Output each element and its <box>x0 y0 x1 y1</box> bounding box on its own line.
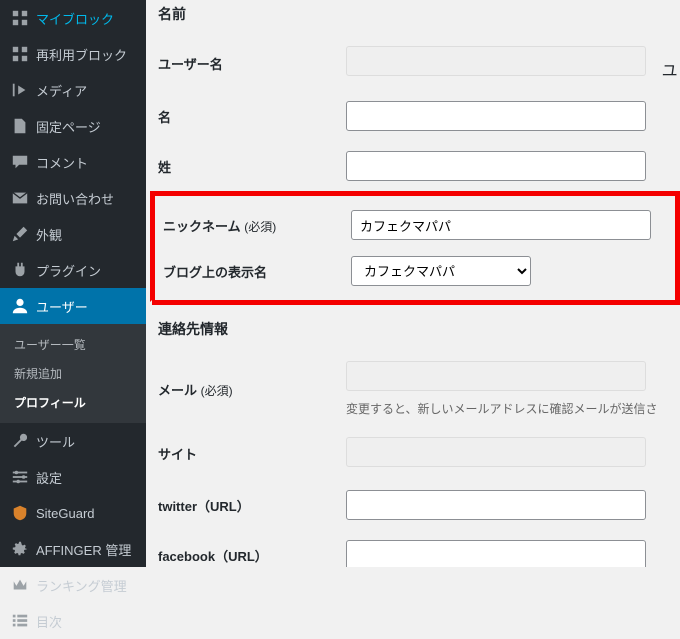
sidebar-item-appearance[interactable]: 外観 <box>0 216 146 252</box>
sidebar-item-media[interactable]: メディア <box>0 72 146 108</box>
sidebar-item-reusable-blocks[interactable]: 再利用ブロック <box>0 36 146 72</box>
sidebar-item-ranking[interactable]: ランキング管理 <box>0 567 146 603</box>
site-readonly <box>346 437 646 467</box>
mail-icon <box>10 188 30 208</box>
firstname-input[interactable] <box>346 101 646 131</box>
page-icon <box>10 116 30 136</box>
row-username: ユーザー名 ユ <box>158 36 680 91</box>
shield-icon <box>10 503 30 523</box>
username-readonly <box>346 46 646 76</box>
displayname-select[interactable]: カフェクマパパ <box>351 256 531 286</box>
sidebar-item-my-blocks[interactable]: マイブロック <box>0 0 146 36</box>
sidebar-item-label: マイブロック <box>36 9 114 28</box>
lastname-input[interactable] <box>346 151 646 181</box>
sidebar-item-tools[interactable]: ツール <box>0 423 146 459</box>
sidebar-item-label: ツール <box>36 432 75 451</box>
media-icon <box>10 80 30 100</box>
sidebar-item-siteguard[interactable]: SiteGuard <box>0 495 146 531</box>
highlight-nickname-display: ニックネーム (必須) ブログ上の表示名 カフェクマパパ <box>150 191 680 305</box>
sidebar-item-label: 設定 <box>36 468 62 487</box>
label-username: ユーザー名 <box>158 54 346 73</box>
sidebar-item-toc[interactable]: 目次 <box>0 603 146 639</box>
submenu-item-add-new[interactable]: 新規追加 <box>0 359 146 388</box>
facebook-input[interactable] <box>346 540 646 567</box>
row-email: メール (必須) 変更すると、新しいメールアドレスに確認メールが送信さ <box>158 351 680 427</box>
label-facebook: facebook（URL） <box>158 546 346 565</box>
comment-icon <box>10 152 30 172</box>
nickname-input[interactable] <box>351 210 651 240</box>
sidebar-item-pages[interactable]: 固定ページ <box>0 108 146 144</box>
sidebar-item-plugins[interactable]: プラグイン <box>0 252 146 288</box>
email-readonly <box>346 361 646 391</box>
sidebar-item-affinger[interactable]: AFFINGER 管理 <box>0 531 146 567</box>
sidebar-item-label: AFFINGER 管理 <box>36 540 131 559</box>
sidebar-item-label: ユーザー <box>36 297 88 316</box>
sliders-icon <box>10 467 30 487</box>
sidebar-item-contact[interactable]: お問い合わせ <box>0 180 146 216</box>
label-twitter: twitter（URL） <box>158 496 346 515</box>
twitter-input[interactable] <box>346 490 646 520</box>
admin-sidebar: マイブロック 再利用ブロック メディア 固定ページ コメント お問い合わせ 外観 <box>0 0 146 567</box>
sidebar-item-label: メディア <box>36 81 87 100</box>
sidebar-item-label: SiteGuard <box>36 506 95 521</box>
section-title-contact: 連絡先情報 <box>158 305 680 351</box>
sidebar-item-label: 固定ページ <box>36 117 101 136</box>
plug-icon <box>10 260 30 280</box>
gear-icon <box>10 539 30 559</box>
email-help-text: 変更すると、新しいメールアドレスに確認メールが送信さ <box>346 400 680 417</box>
row-firstname: 名 <box>158 91 680 141</box>
sidebar-item-label: 再利用ブロック <box>36 45 127 64</box>
label-nickname: ニックネーム (必須) <box>163 216 351 235</box>
sidebar-item-label: お問い合わせ <box>36 189 114 208</box>
sidebar-item-label: 目次 <box>36 612 62 631</box>
grid-icon <box>10 44 30 64</box>
label-email: メール (必須) <box>158 380 346 399</box>
sidebar-item-settings[interactable]: 設定 <box>0 459 146 495</box>
section-title-name: 名前 <box>158 0 680 36</box>
brush-icon <box>10 224 30 244</box>
users-submenu: ユーザー一覧 新規追加 プロフィール <box>0 324 146 423</box>
user-icon <box>10 296 30 316</box>
label-displayname: ブログ上の表示名 <box>163 262 351 281</box>
sidebar-item-label: プラグイン <box>36 261 101 280</box>
row-nickname: ニックネーム (必須) <box>163 202 673 248</box>
sidebar-item-users[interactable]: ユーザー <box>0 288 146 324</box>
wrench-icon <box>10 431 30 451</box>
username-suffix: ユ <box>662 63 678 80</box>
list-icon <box>10 611 30 631</box>
sidebar-item-comments[interactable]: コメント <box>0 144 146 180</box>
submenu-item-all-users[interactable]: ユーザー一覧 <box>0 330 146 359</box>
label-site: サイト <box>158 444 346 463</box>
row-facebook: facebook（URL） <box>158 530 680 567</box>
label-firstname: 名 <box>158 107 346 126</box>
submenu-item-profile[interactable]: プロフィール <box>0 388 146 417</box>
row-site: サイト <box>158 427 680 480</box>
sidebar-item-label: コメント <box>36 153 88 172</box>
sidebar-item-label: ランキング管理 <box>36 576 127 595</box>
row-twitter: twitter（URL） <box>158 480 680 530</box>
grid-icon <box>10 8 30 28</box>
main-content: 名前 ユーザー名 ユ 名 姓 ニックネーム (必須) ブログ上の表示名 <box>146 0 680 567</box>
crown-icon <box>10 575 30 595</box>
row-lastname: 姓 <box>158 141 680 191</box>
row-displayname: ブログ上の表示名 カフェクマパパ <box>163 248 673 294</box>
label-lastname: 姓 <box>158 157 346 176</box>
sidebar-item-label: 外観 <box>36 225 62 244</box>
